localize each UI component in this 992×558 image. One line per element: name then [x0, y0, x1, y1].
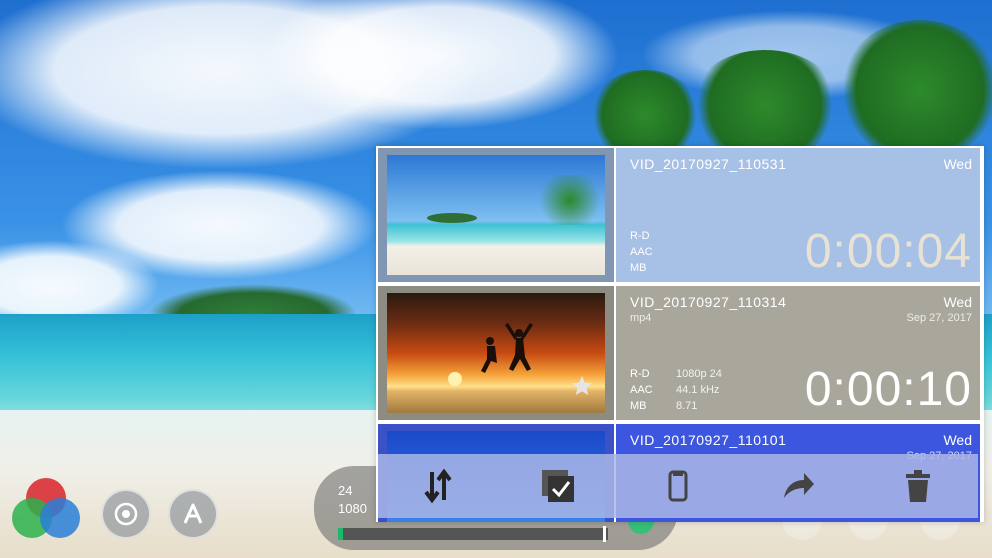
color-filter-button[interactable] — [12, 478, 82, 548]
sort-arrows-icon — [424, 468, 452, 504]
palm-tree — [690, 50, 840, 160]
video-spec-labels: R-D AAC MB — [630, 228, 653, 276]
sort-button[interactable] — [415, 463, 461, 509]
spec-value-size: 8.71 — [676, 400, 698, 412]
progress-end-marker — [603, 526, 606, 542]
trash-icon — [906, 470, 930, 502]
video-filename: VID_20170927_110314 — [630, 294, 787, 310]
spec-label-video: R-D — [630, 230, 650, 242]
video-duration: 0:00:10 — [804, 363, 972, 416]
video-format: mp4 — [630, 312, 652, 324]
video-spec-labels: R-D AAC MB — [630, 366, 653, 414]
spec-value-video: 1080p 24 — [676, 368, 722, 380]
progress-fill — [338, 528, 344, 540]
camera-switch-button[interactable] — [101, 489, 151, 539]
share-button[interactable] — [775, 463, 821, 509]
thumbnail-island — [427, 213, 477, 223]
gallery-action-toolbar — [378, 454, 978, 518]
recording-settings: 24 1080 — [338, 482, 367, 518]
spec-label-audio: AAC — [630, 384, 653, 396]
clipboard-button[interactable] — [655, 463, 701, 509]
storage-progress-bar — [338, 526, 608, 542]
video-filename: VID_20170927_110101 — [630, 432, 787, 448]
star-icon[interactable] — [570, 374, 594, 398]
resolution-label: 1080 — [338, 501, 367, 516]
fps-label: 24 — [338, 483, 353, 498]
spec-label-size: MB — [630, 400, 647, 412]
auto-mode-icon — [183, 503, 203, 524]
video-list-item[interactable]: VID_20170927_110314 Wed mp4 Sep 27, 2017… — [378, 286, 980, 420]
spec-label-audio: AAC — [630, 246, 653, 258]
spec-label-size: MB — [630, 262, 647, 274]
clipboard-icon — [668, 470, 688, 502]
thumbnail-palms — [535, 175, 605, 225]
video-meta: VID_20170927_110314 Wed mp4 Sep 27, 2017… — [616, 286, 980, 420]
color-filter-icon-part — [40, 498, 80, 538]
delete-button[interactable] — [895, 463, 941, 509]
share-arrow-icon — [784, 473, 814, 498]
island — [148, 284, 358, 318]
video-thumbnail[interactable] — [387, 155, 605, 275]
thumbnail-frame — [378, 286, 614, 420]
video-spec-values: 1080p 24 44.1 kHz 8.71 — [676, 366, 722, 414]
spec-label-video: R-D — [630, 368, 650, 380]
thumbnail-frame — [378, 148, 614, 282]
select-all-button[interactable] — [535, 463, 581, 509]
auto-mode-button[interactable] — [168, 489, 218, 539]
video-meta: VID_20170927_110531 Wed R-D AAC MB 0:00:… — [616, 148, 980, 282]
video-list-item[interactable]: VID_20170927_110531 Wed R-D AAC MB 0:00:… — [378, 148, 980, 282]
video-day: Wed — [943, 432, 972, 448]
select-all-checkbox-icon — [542, 470, 574, 502]
video-day: Wed — [943, 156, 972, 172]
video-duration: 0:00:04 — [804, 225, 972, 278]
camera-switch-icon — [114, 502, 138, 526]
video-filename: VID_20170927_110531 — [630, 156, 787, 172]
palm-tree — [840, 20, 992, 160]
spec-value-audio: 44.1 kHz — [676, 384, 720, 396]
video-day: Wed — [943, 294, 972, 310]
video-date: Sep 27, 2017 — [906, 312, 972, 324]
